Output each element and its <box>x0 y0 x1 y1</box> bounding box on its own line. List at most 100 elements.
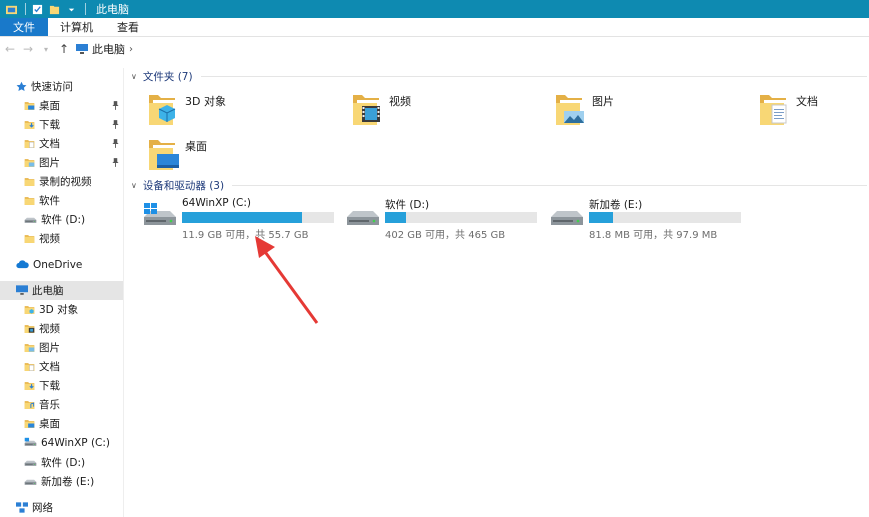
drive-icon <box>549 201 585 231</box>
tab-view[interactable]: 查看 <box>105 18 151 36</box>
sidebar-item[interactable]: 录制的视频 <box>0 172 123 191</box>
folder-icon <box>24 176 39 187</box>
collapse-chevron-icon[interactable]: ∨ <box>131 181 137 190</box>
new-folder-icon[interactable] <box>49 4 60 15</box>
sidebar-item-label: 64WinXP (C:) <box>41 436 111 449</box>
group-title: 文件夹 (7) <box>142 71 193 83</box>
folder-tile-pictures[interactable]: 图片 <box>554 91 754 135</box>
drive-name: 软件 (D:) <box>385 199 430 211</box>
sidebar-item-label: 图片 <box>39 342 60 354</box>
recent-locations-chevron-icon[interactable]: ▾ <box>38 41 54 57</box>
sidebar-item-label: 文档 <box>39 138 60 150</box>
sidebar-item-label: 软件 (D:) <box>41 214 86 226</box>
capacity-bar <box>385 212 537 223</box>
sidebar-item-label: 桌面 <box>39 418 60 430</box>
music-folder-icon <box>24 399 39 410</box>
customize-toolbar-chevron-icon[interactable] <box>66 4 77 15</box>
group-header-devices[interactable]: ∨ 设备和驱动器 (3) <box>131 178 867 193</box>
navigation-pane: 快速访问 桌面 下载 文档 图片 录制的视频 软件 软件 (D:) 视频 OneDrive 此电脑 3… <box>0 68 124 517</box>
sidebar-item[interactable]: 下载 <box>0 376 123 395</box>
videos-folder-icon <box>24 323 39 334</box>
sidebar-item-label: 图片 <box>39 157 60 169</box>
drive-tile-c[interactable]: 64WinXP (C:) 11.9 GB 可用，共 55.7 GB <box>142 197 342 241</box>
sidebar-item[interactable]: 软件 <box>0 191 123 210</box>
sidebar-item[interactable]: 桌面 <box>0 414 123 433</box>
collapse-chevron-icon[interactable]: ∨ <box>131 72 137 81</box>
explorer-app-icon[interactable] <box>6 4 17 15</box>
capacity-fill <box>182 212 303 223</box>
folder-label: 桌面 <box>185 140 207 153</box>
breadcrumb-chevron-icon[interactable]: › <box>129 44 133 55</box>
folder-tile-videos[interactable]: 视频 <box>351 91 551 135</box>
sidebar-item[interactable]: 文档 <box>0 357 123 376</box>
sidebar-item[interactable]: 网络 <box>0 498 123 517</box>
sidebar-item[interactable]: 新加卷 (E:) <box>0 472 123 491</box>
desktop-folder-icon <box>24 418 39 429</box>
quick-access-toolbar <box>0 0 86 18</box>
sidebar-item[interactable]: 此电脑 <box>0 281 123 300</box>
sidebar-item-label: 视频 <box>39 233 60 245</box>
sidebar-item[interactable]: 视频 <box>0 319 123 338</box>
videos-folder-icon <box>351 91 380 127</box>
sidebar-item[interactable]: 文档 <box>0 134 123 153</box>
sidebar-item[interactable]: 图片 <box>0 338 123 357</box>
sidebar-item-label: 软件 <box>39 195 60 207</box>
ribbon-tabs: 文件 计算机 查看 <box>0 18 869 37</box>
folder-label: 文档 <box>796 95 818 108</box>
back-button[interactable]: ← <box>2 41 18 57</box>
cloud-icon <box>16 259 33 270</box>
sidebar-item[interactable]: 64WinXP (C:) <box>0 433 123 452</box>
3d-objects-folder-icon <box>24 304 39 315</box>
sidebar-item[interactable]: 桌面 <box>0 96 123 115</box>
sidebar-item-label: 软件 (D:) <box>41 457 86 469</box>
forward-button[interactable]: → <box>20 41 36 57</box>
sidebar-item[interactable]: 3D 对象 <box>0 300 123 319</box>
folder-label: 图片 <box>592 95 614 108</box>
folder-tile-3d-objects[interactable]: 3D 对象 <box>147 91 347 135</box>
sidebar-item[interactable]: 软件 (D:) <box>0 453 123 472</box>
drive-name: 新加卷 (E:) <box>589 199 643 211</box>
sidebar-item[interactable]: 音乐 <box>0 395 123 414</box>
sidebar-item-label: 新加卷 (E:) <box>41 476 95 488</box>
pictures-folder-icon <box>554 91 584 127</box>
folder-tile-documents[interactable]: 文档 <box>758 91 869 135</box>
drive-tile-e[interactable]: 新加卷 (E:) 81.8 MB 可用，共 97.9 MB <box>549 197 749 241</box>
sidebar-item[interactable]: OneDrive <box>0 255 123 274</box>
drive-free-space: 402 GB 可用，共 465 GB <box>385 230 506 241</box>
pictures-folder-icon <box>24 342 39 353</box>
sidebar-item-label: 网络 <box>32 502 53 514</box>
sidebar-item-label: 视频 <box>39 323 60 335</box>
sidebar-item[interactable]: 下载 <box>0 115 123 134</box>
star-icon <box>16 81 31 92</box>
sidebar-item[interactable]: 快速访问 <box>0 77 123 96</box>
drive-tile-d[interactable]: 软件 (D:) 402 GB 可用，共 465 GB <box>345 197 545 241</box>
drive-name: 64WinXP (C:) <box>182 197 252 209</box>
divider <box>200 76 867 77</box>
sidebar-item-label: 快速访问 <box>31 81 73 93</box>
sidebar-item[interactable]: 视频 <box>0 229 123 248</box>
folder-label: 3D 对象 <box>185 95 226 108</box>
toolbar-separator <box>85 3 86 15</box>
sidebar-item-label: 此电脑 <box>32 285 64 297</box>
tab-computer[interactable]: 计算机 <box>48 18 105 36</box>
drive-free-space: 81.8 MB 可用，共 97.9 MB <box>589 230 718 241</box>
up-button[interactable]: ↑ <box>56 41 72 57</box>
properties-icon[interactable] <box>32 4 43 15</box>
sidebar-item[interactable]: 软件 (D:) <box>0 210 123 229</box>
folder-tile-desktop[interactable]: 桌面 <box>147 136 347 180</box>
sidebar-item[interactable]: 图片 <box>0 153 123 172</box>
desktop-folder-icon <box>24 100 39 111</box>
pc-icon <box>16 285 32 296</box>
sidebar-item-label: 音乐 <box>39 399 60 411</box>
breadcrumb[interactable]: 此电脑 › <box>76 41 133 57</box>
group-header-folders[interactable]: ∨ 文件夹 (7) <box>131 69 867 84</box>
breadcrumb-this-pc[interactable]: 此电脑 <box>92 41 125 57</box>
folder-icon <box>24 195 39 206</box>
desktop-folder-icon <box>147 136 179 172</box>
capacity-bar <box>589 212 741 223</box>
drive-icon <box>24 214 41 225</box>
folder-label: 视频 <box>389 95 411 108</box>
documents-folder-icon <box>24 361 39 372</box>
tab-file[interactable]: 文件 <box>0 18 48 36</box>
drive-icon <box>345 201 381 231</box>
